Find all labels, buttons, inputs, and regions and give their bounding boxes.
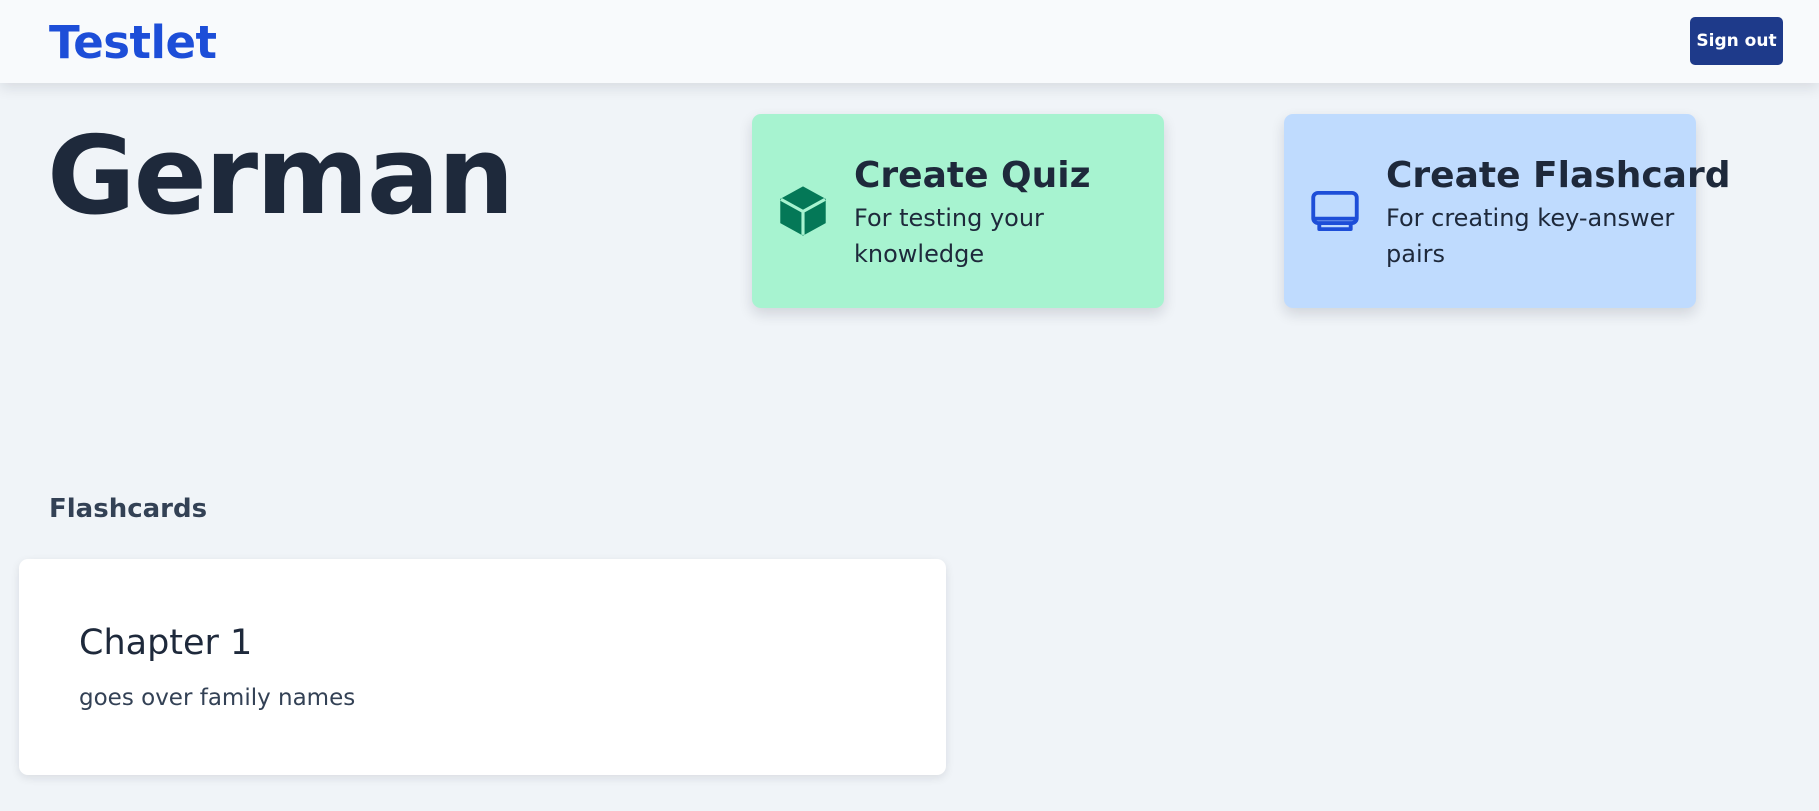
create-quiz-title: Create Quiz [854, 155, 1091, 196]
top-navbar: Testlet Sign out [0, 0, 1819, 83]
create-flashcard-card[interactable]: Create Flashcard For creating key-answer… [1284, 114, 1730, 308]
flashcard-set-description: goes over family names [79, 685, 356, 711]
flashcards-heading: Flashcards [49, 494, 208, 524]
create-flashcard-title: Create Flashcard [1386, 155, 1731, 196]
flashcard-set-card[interactable]: Chapter 1 goes over family names [19, 559, 946, 775]
create-flashcard-description: For creating key-answer pairs [1386, 204, 1675, 268]
page-title: German [47, 114, 514, 239]
sign-out-button[interactable]: Sign out [1690, 17, 1783, 65]
device-tablet-icon [1306, 182, 1364, 240]
cube-icon [774, 182, 832, 240]
create-quiz-card[interactable]: Create Quiz For testing your knowledge [752, 114, 1164, 308]
brand-logo[interactable]: Testlet [49, 15, 217, 71]
create-quiz-description: For testing your knowledge [854, 204, 1044, 268]
flashcard-set-title: Chapter 1 [79, 623, 253, 663]
